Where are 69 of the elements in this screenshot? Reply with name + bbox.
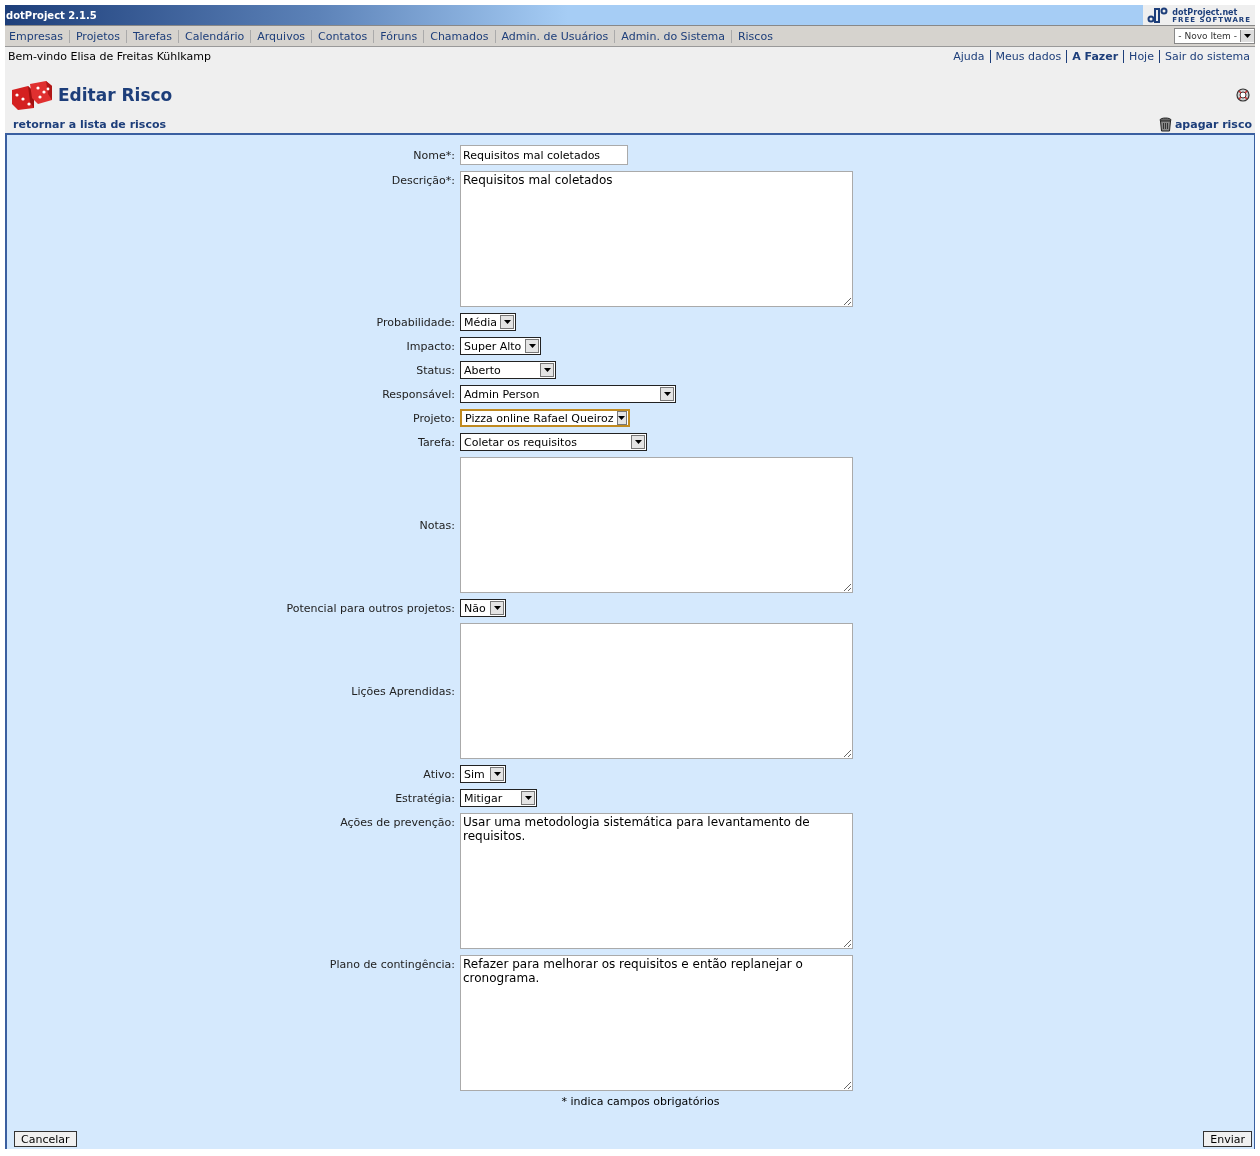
help-icon[interactable] [1236, 88, 1250, 102]
caret-icon [634, 440, 642, 444]
field-label: Probabilidade: [375, 315, 455, 329]
user-link[interactable]: Sair do sistema [1158, 50, 1255, 63]
caret-icon [543, 368, 551, 372]
select-field[interactable]: Coletar os requisitos [460, 433, 647, 451]
delete-link[interactable]: apagar risco [1158, 116, 1252, 132]
nav-link[interactable]: Projetos [68, 29, 126, 43]
user-link[interactable]: Meus dados [989, 50, 1067, 63]
back-link[interactable]: retornar a lista de riscos [13, 117, 167, 131]
nav-link[interactable]: Contatos [311, 29, 374, 43]
text-area[interactable]: Refazer para melhorar os requisitos e então replanejar o cronograma. [460, 955, 853, 1091]
submit-button[interactable]: Enviar [1203, 1131, 1252, 1147]
trash-icon [1158, 116, 1172, 132]
welcome-text: Bem-vindo Elisa de Freitas Kühlkamp [8, 50, 211, 65]
select-field[interactable]: Média [460, 313, 516, 331]
select-field[interactable]: Não [460, 599, 506, 617]
caret-icon [618, 416, 626, 420]
text-field[interactable]: Requisitos mal coletados [460, 145, 628, 165]
user-link[interactable]: Hoje [1123, 50, 1159, 63]
field-label: Ativo: [422, 767, 455, 781]
nav-link[interactable]: Riscos [730, 29, 779, 43]
field-label: Responsável: [381, 387, 455, 401]
nav-link[interactable]: Arquivos [250, 29, 312, 43]
select-field[interactable]: Admin Person [460, 385, 676, 403]
user-link[interactable]: A Fazer [1066, 50, 1124, 63]
nav-link[interactable]: Tarefas [125, 29, 178, 43]
field-label: Notas: [418, 518, 455, 532]
select-field[interactable]: Pizza online Rafael Queiroz [460, 409, 630, 427]
field-label: Tarefa: [417, 435, 455, 449]
select-field[interactable]: Sim [460, 765, 506, 783]
new-item-select[interactable]: - Novo Item - [1174, 28, 1255, 44]
text-area[interactable] [460, 457, 853, 593]
field-label: Projeto: [411, 411, 455, 425]
select-field[interactable]: Mitigar [460, 789, 537, 807]
field-label: Potencial para outros projetos: [285, 601, 455, 615]
caret-icon [528, 344, 536, 348]
caret-icon [663, 392, 671, 396]
nav-link[interactable]: Admin. do Sistema [614, 29, 731, 43]
text-area[interactable] [460, 623, 853, 759]
text-area[interactable]: Requisitos mal coletados [460, 171, 853, 307]
field-label: Impacto: [405, 339, 455, 353]
required-note: * indica campos obrigatórios [560, 1095, 721, 1108]
nav-link[interactable]: Calendário [178, 29, 251, 43]
select-field[interactable]: Super Alto [460, 337, 541, 355]
logo-icon [1147, 7, 1170, 23]
caret-icon [503, 320, 511, 324]
text-area[interactable]: Usar uma metodologia sistemática para levantamento de requisitos. [460, 813, 853, 949]
field-label: Status: [415, 363, 455, 377]
nav-link[interactable]: Chamados [423, 29, 495, 43]
field-label: Plano de contingência: [328, 957, 455, 971]
field-label: Lições Aprendidas: [350, 684, 455, 698]
select-field[interactable]: Aberto [460, 361, 556, 379]
nav-link[interactable]: Admin. de Usuários [494, 29, 615, 43]
field-label: Nome*: [412, 148, 455, 162]
user-link[interactable]: Ajuda [948, 50, 990, 63]
page-title: Editar Risco [58, 85, 173, 105]
cancel-button[interactable]: Cancelar [14, 1131, 77, 1147]
field-label: Descrição*: [390, 173, 455, 187]
dice-icon [10, 80, 54, 110]
caret-icon [1244, 34, 1251, 38]
field-label: Estratégia: [394, 791, 455, 805]
nav-link[interactable]: Empresas [8, 29, 69, 43]
caret-icon [493, 772, 501, 776]
caret-icon [493, 606, 501, 610]
app-title: dotProject 2.1.5 [5, 9, 97, 21]
nav-link[interactable]: Fóruns [373, 29, 424, 43]
caret-icon [524, 796, 532, 800]
field-label: Ações de prevenção: [339, 815, 455, 829]
